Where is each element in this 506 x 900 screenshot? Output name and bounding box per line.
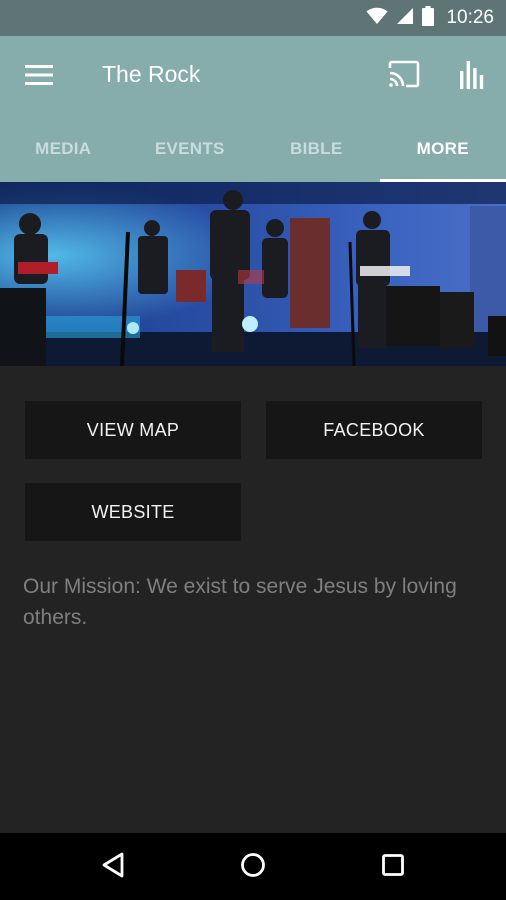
mission-text: Our Mission: We exist to serve Jesus by …: [23, 575, 457, 629]
recents-button[interactable]: [371, 845, 415, 889]
home-button[interactable]: [231, 845, 275, 889]
home-icon: [240, 852, 266, 883]
navigation-bar: [0, 833, 506, 900]
hero-image: [0, 182, 506, 366]
cast-button[interactable]: [386, 58, 422, 94]
tab-events[interactable]: EVENTS: [127, 116, 254, 182]
menu-button[interactable]: [22, 60, 56, 94]
app-title: The Rock: [102, 61, 201, 87]
status-bar: 10:26: [0, 0, 506, 36]
recents-icon: [381, 853, 405, 882]
status-time: 10:26: [446, 7, 494, 28]
status-icons: 10:26: [366, 0, 494, 36]
tab-more[interactable]: MORE: [379, 116, 506, 182]
menu-icon: [25, 64, 53, 90]
battery-icon: [422, 5, 435, 31]
wifi-icon: [366, 7, 388, 30]
more-content: VIEW MAP FACEBOOK WEBSITE Our Mission: W…: [0, 366, 506, 833]
cast-icon: [387, 60, 421, 93]
website-button[interactable]: WEBSITE: [25, 483, 241, 541]
tab-media[interactable]: MEDIA: [0, 116, 127, 182]
view-map-button[interactable]: VIEW MAP: [25, 401, 241, 459]
facebook-button[interactable]: FACEBOOK: [266, 401, 482, 459]
chart-button[interactable]: [455, 58, 491, 94]
app-bar: The Rock: [0, 36, 506, 116]
signal-icon: [396, 7, 414, 30]
tab-bar: MEDIA EVENTS BIBLE MORE: [0, 116, 506, 182]
chart-icon: [459, 59, 487, 94]
tab-bible[interactable]: BIBLE: [253, 116, 380, 182]
back-button[interactable]: [91, 845, 135, 889]
back-icon: [100, 851, 126, 884]
